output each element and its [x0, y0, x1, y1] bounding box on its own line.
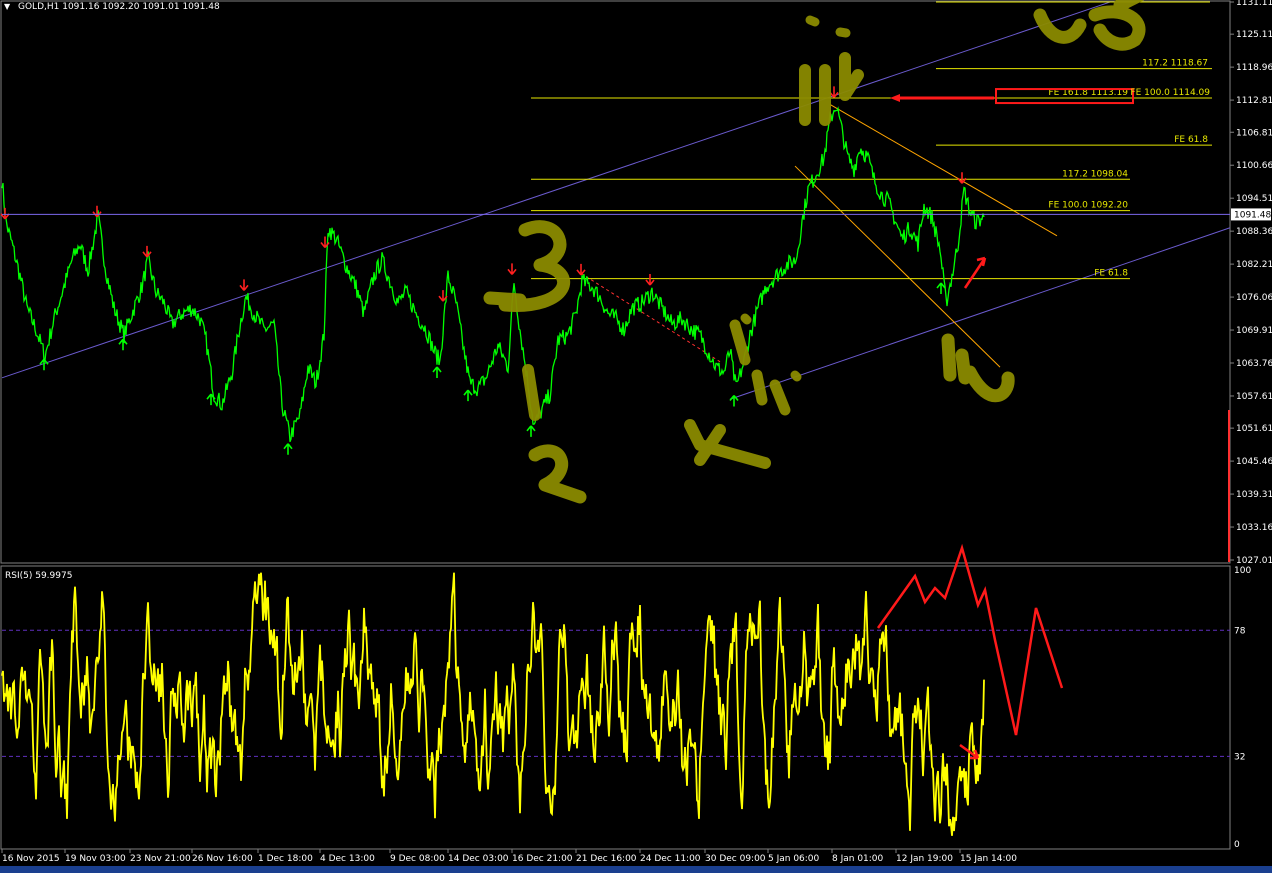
price-tick-label: 1051.61 — [1236, 424, 1272, 434]
time-tick-label: 15 Jan 14:00 — [960, 854, 1017, 864]
chevron-down-icon[interactable]: ▼ — [4, 2, 11, 11]
price-tick-label: 1118.96 — [1236, 63, 1272, 73]
time-axis: 16 Nov 2015 19 Nov 03:00 23 Nov 21:00 26 No… — [1, 849, 1017, 864]
price-tick-label: 1088.36 — [1236, 227, 1272, 237]
fib-level-label: FE 100.0 1114.09 — [1130, 88, 1210, 98]
price-tick-label: 1063.76 — [1236, 359, 1272, 369]
price-tick-label: 1100.66 — [1236, 161, 1272, 171]
time-tick-label: 12 Jan 19:00 — [896, 854, 953, 864]
price-tick-label: 1039.31 — [1236, 490, 1272, 500]
price-tick-label: 1033.16 — [1236, 523, 1272, 533]
rsi-tick-label: 0 — [1234, 840, 1240, 850]
price-tick-label: 1057.61 — [1236, 392, 1272, 402]
chart-title: GOLD,H1 1091.16 1092.20 1091.01 1091.48 — [18, 2, 220, 12]
price-panel-frame — [0, 0, 1231, 564]
time-tick-label: 19 Nov 03:00 — [65, 854, 126, 864]
time-tick-label: 5 Jan 06:00 — [768, 854, 820, 864]
time-tick-label: 16 Dec 21:00 — [512, 854, 573, 864]
bottom-strip — [0, 866, 1272, 873]
time-tick-label: 9 Dec 08:00 — [390, 854, 445, 864]
fib-level-label: FE 61.8 — [1174, 135, 1208, 145]
time-tick-label: 26 Nov 16:00 — [192, 854, 253, 864]
price-tick-label: 1082.21 — [1236, 260, 1272, 270]
rsi-tick-label: 78 — [1234, 626, 1246, 636]
price-tick-label: 1112.81 — [1236, 96, 1272, 106]
time-tick-label: 4 Dec 13:00 — [320, 854, 375, 864]
price-tick-label: 1027.01 — [1236, 556, 1272, 566]
price-tick-label: 1106.81 — [1236, 128, 1272, 138]
current-price-label: 1091.48 — [1234, 210, 1271, 220]
wave-label-1-stroke — [522, 364, 541, 421]
rsi-title: RSI(5) 59.9975 — [5, 571, 72, 581]
price-tick-label: 1045.46 — [1236, 457, 1272, 467]
price-tick-label: 1076.06 — [1236, 293, 1272, 303]
price-tick-label: 1125.11 — [1236, 30, 1272, 40]
price-tick-label: 1094.51 — [1236, 194, 1272, 204]
price-tick-label: 1069.91 — [1236, 326, 1272, 336]
rsi-tick-label: 100 — [1234, 566, 1251, 576]
fib-level-label: FE 61.8 — [1094, 269, 1128, 279]
time-tick-label: 21 Dec 16:00 — [576, 854, 637, 864]
rsi-tick-label: 32 — [1234, 752, 1245, 762]
time-tick-label: 30 Dec 09:00 — [705, 854, 766, 864]
time-tick-label: 1 Dec 18:00 — [258, 854, 313, 864]
time-tick-label: 14 Dec 03:00 — [448, 854, 509, 864]
fib-level-label: 117.2 1118.67 — [1142, 59, 1208, 69]
time-tick-label: 23 Nov 21:00 — [130, 854, 191, 864]
fib-level-label: 117.2 1098.04 — [1062, 169, 1128, 179]
time-tick-label: 24 Dec 11:00 — [640, 854, 701, 864]
price-tick-label: 1131.11 — [1236, 0, 1272, 8]
time-tick-label: 16 Nov 2015 — [2, 854, 60, 864]
chart-window[interactable]: FE 161.8 1130.95117.2 1118.67FE 161.8 11… — [0, 0, 1272, 873]
fib-level-label: FE 100.0 1092.20 — [1048, 201, 1128, 211]
time-tick-label: 8 Jan 01:00 — [832, 854, 884, 864]
